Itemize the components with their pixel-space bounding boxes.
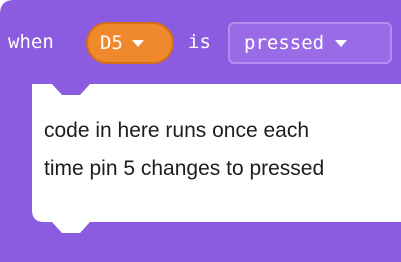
slot-comment: code in here runs once each time pin 5 c…	[44, 112, 400, 188]
chevron-down-icon	[334, 39, 348, 48]
pin-dropdown[interactable]: D5	[86, 22, 174, 64]
state-dropdown-value: pressed	[244, 32, 325, 54]
slot-comment-line-2: time pin 5 changes to pressed	[44, 157, 325, 180]
pin-dropdown-value: D5	[100, 32, 123, 54]
when-label: when	[8, 31, 54, 53]
chevron-down-icon	[131, 39, 145, 48]
state-dropdown[interactable]: pressed	[228, 22, 392, 64]
is-label: is	[188, 31, 211, 53]
slot-comment-line-1: code in here runs once each	[44, 119, 310, 142]
